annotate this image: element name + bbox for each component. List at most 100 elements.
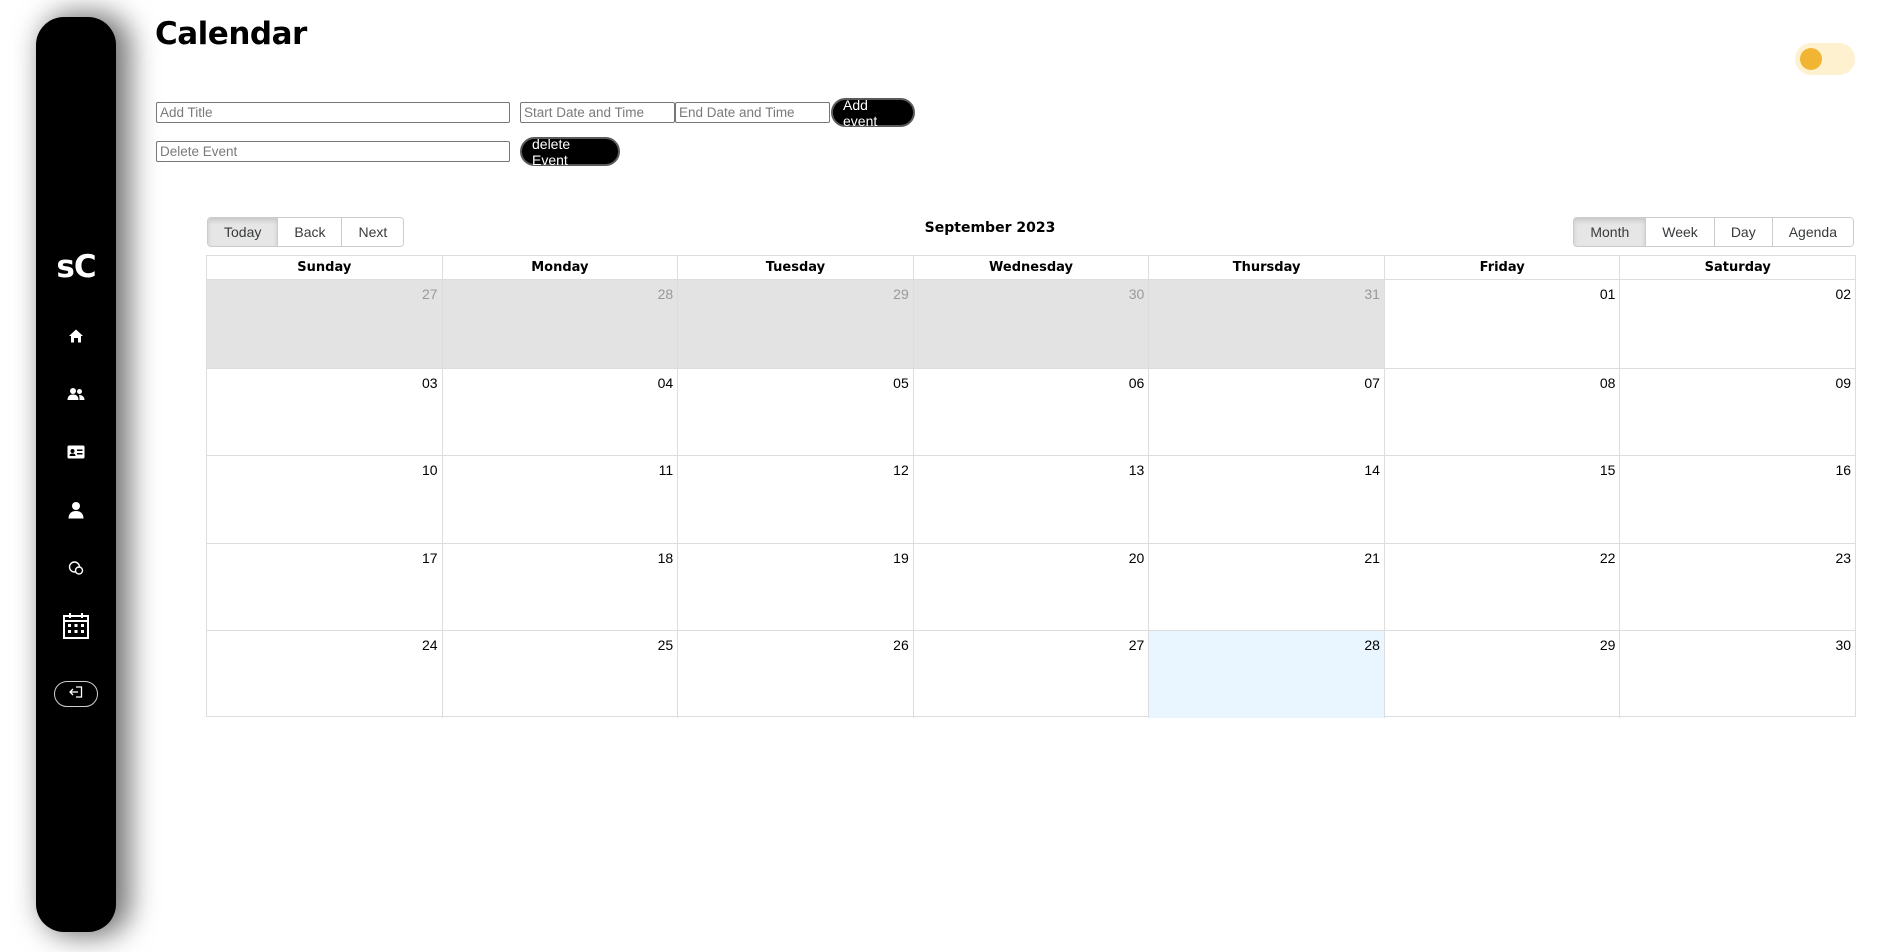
back-button[interactable]: Back [277, 218, 342, 246]
day-number[interactable]: 06 [1129, 375, 1145, 391]
next-button[interactable]: Next [341, 218, 404, 246]
day-cell[interactable]: 11 [441, 456, 678, 543]
day-number[interactable]: 16 [1835, 462, 1851, 478]
delete-event-input[interactable] [156, 141, 510, 162]
day-number[interactable]: 27 [422, 286, 438, 302]
sidebar-item-profile[interactable] [56, 490, 96, 530]
day-number[interactable]: 29 [1600, 637, 1616, 653]
day-number[interactable]: 22 [1600, 550, 1616, 566]
weekday-header-cell: Tuesday [677, 256, 913, 279]
id-card-icon [67, 445, 85, 459]
day-cell[interactable]: 30 [1619, 631, 1855, 718]
end-datetime-input[interactable] [675, 102, 830, 123]
view-day-button[interactable]: Day [1713, 218, 1772, 246]
theme-toggle[interactable] [1795, 43, 1855, 75]
sidebar-item-users[interactable] [56, 374, 96, 414]
day-cell[interactable]: 27 [912, 631, 1149, 718]
day-number[interactable]: 17 [422, 550, 438, 566]
day-cell[interactable]: 27 [207, 280, 442, 368]
day-number[interactable]: 04 [658, 375, 674, 391]
day-cell[interactable]: 31 [1148, 280, 1384, 368]
day-cell[interactable]: 21 [1148, 543, 1384, 631]
day-number[interactable]: 19 [893, 550, 909, 566]
day-number[interactable]: 29 [893, 286, 909, 302]
day-cell[interactable]: 15 [1383, 456, 1620, 543]
day-cell[interactable]: 30 [912, 280, 1149, 368]
sidebar-item-directory[interactable] [56, 432, 96, 472]
day-cell[interactable]: 10 [207, 456, 442, 543]
view-agenda-button[interactable]: Agenda [1771, 218, 1853, 246]
today-button[interactable]: Today [208, 218, 278, 246]
day-cell[interactable]: 01 [1383, 280, 1620, 368]
month-view: Sunday Monday Tuesday Wednesday Thursday… [206, 255, 1856, 718]
day-number[interactable]: 25 [658, 637, 674, 653]
day-cell[interactable]: 29 [1383, 631, 1620, 718]
day-number[interactable]: 18 [658, 550, 674, 566]
start-datetime-input[interactable] [520, 102, 675, 123]
day-number[interactable]: 15 [1600, 462, 1616, 478]
day-number[interactable]: 09 [1835, 375, 1851, 391]
day-cell[interactable]: 08 [1383, 368, 1620, 456]
day-number[interactable]: 30 [1129, 286, 1145, 302]
day-number[interactable]: 03 [422, 375, 438, 391]
add-event-button[interactable]: Add event [831, 97, 915, 129]
event-title-input[interactable] [156, 102, 510, 123]
day-number[interactable]: 11 [659, 462, 674, 478]
day-number[interactable]: 28 [1364, 637, 1380, 653]
day-number[interactable]: 30 [1835, 637, 1851, 653]
sidebar-item-home[interactable] [56, 316, 96, 356]
day-cell[interactable]: 05 [677, 368, 913, 456]
day-cell[interactable]: 09 [1619, 368, 1855, 456]
calendar-nav-group: Today Back Next [207, 217, 405, 247]
day-cell[interactable]: 13 [912, 456, 1149, 543]
day-number[interactable]: 24 [422, 637, 438, 653]
day-cell[interactable]: 07 [1148, 368, 1384, 456]
day-number[interactable]: 01 [1600, 286, 1616, 302]
day-cell[interactable]: 03 [207, 369, 442, 456]
day-cell[interactable]: 06 [912, 368, 1149, 456]
sidebar-item-chat[interactable] [56, 548, 96, 588]
weekday-header-cell: Saturday [1619, 256, 1855, 279]
day-cell[interactable]: 04 [441, 368, 678, 456]
logout-button[interactable] [54, 681, 98, 707]
day-cell[interactable]: 20 [912, 543, 1149, 631]
weekday-header: Sunday Monday Tuesday Wednesday Thursday… [207, 256, 1855, 280]
sidebar-item-calendar[interactable] [56, 606, 96, 646]
month-weeks: 27 28 29 30 31 01 02 03 04 05 06 07 08 09 10 11 12 13 14 15… [207, 280, 1855, 718]
day-cell[interactable]: 26 [677, 631, 913, 718]
view-week-button[interactable]: Week [1645, 218, 1714, 246]
day-cell[interactable]: 28 [1148, 631, 1384, 718]
day-number[interactable]: 12 [893, 462, 909, 478]
day-number[interactable]: 08 [1600, 375, 1616, 391]
day-number[interactable]: 10 [422, 462, 438, 478]
day-number[interactable]: 07 [1364, 375, 1380, 391]
day-number[interactable]: 20 [1129, 550, 1145, 566]
day-number[interactable]: 21 [1364, 550, 1380, 566]
day-number[interactable]: 05 [893, 375, 909, 391]
day-number[interactable]: 26 [893, 637, 909, 653]
day-number[interactable]: 28 [658, 286, 674, 302]
day-cell[interactable]: 14 [1148, 456, 1384, 543]
day-cell[interactable]: 19 [677, 543, 913, 631]
day-number[interactable]: 27 [1129, 637, 1145, 653]
day-cell[interactable]: 25 [441, 631, 678, 718]
delete-event-button[interactable]: delete Event [520, 136, 620, 168]
day-cell[interactable]: 28 [441, 280, 678, 368]
day-cell[interactable]: 24 [207, 631, 442, 718]
day-cell[interactable]: 18 [441, 543, 678, 631]
day-number[interactable]: 31 [1364, 286, 1380, 302]
day-cell[interactable]: 22 [1383, 543, 1620, 631]
day-cell[interactable]: 02 [1619, 280, 1855, 368]
view-month-button[interactable]: Month [1574, 218, 1646, 246]
day-cell[interactable]: 16 [1619, 456, 1855, 543]
day-cell[interactable]: 23 [1619, 543, 1855, 631]
user-icon [68, 501, 84, 519]
day-cell[interactable]: 17 [207, 544, 442, 631]
day-cell[interactable]: 29 [677, 280, 913, 368]
day-number[interactable]: 13 [1129, 462, 1145, 478]
day-number[interactable]: 14 [1364, 462, 1380, 478]
day-number[interactable]: 02 [1835, 286, 1851, 302]
day-number[interactable]: 23 [1835, 550, 1851, 566]
chat-icon [68, 560, 84, 576]
day-cell[interactable]: 12 [677, 456, 913, 543]
